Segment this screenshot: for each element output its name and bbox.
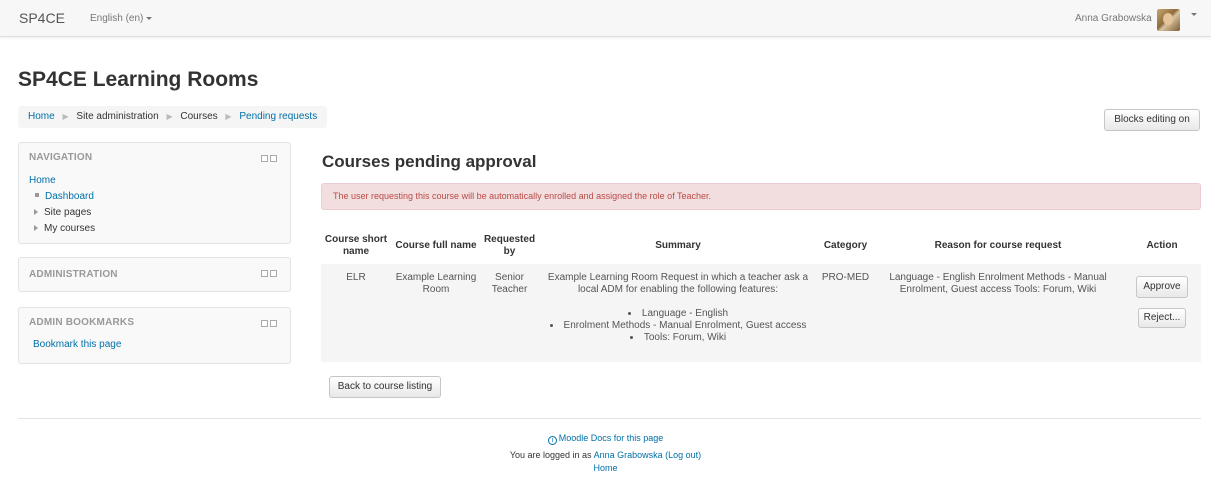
- column-header: Summary: [655, 240, 701, 251]
- navigation-tree: Home Dashboard Site pages My courses: [29, 173, 95, 237]
- page-title: SP4CE Learning Rooms: [18, 68, 259, 91]
- language-label: English (en): [90, 13, 144, 24]
- table-row: ELR Example Learning Room Senior Teacher…: [321, 264, 1201, 362]
- administration-block-title[interactable]: ADMINISTRATION: [29, 269, 118, 280]
- breadcrumb-pending-requests[interactable]: Pending requests: [239, 111, 317, 122]
- breadcrumb-separator-icon: ▶: [62, 112, 69, 121]
- list-item: Tools: Forum, Wiki: [538, 332, 818, 344]
- expand-arrow-icon[interactable]: [34, 209, 38, 215]
- dock-icon[interactable]: [270, 320, 277, 327]
- expand-icon[interactable]: [261, 270, 268, 277]
- nav-home-link[interactable]: Home: [29, 175, 56, 186]
- breadcrumb-separator-icon: ▶: [166, 112, 173, 121]
- list-item: Language - English: [538, 308, 818, 320]
- summary-feature-list: Language - English Enrolment Methods - M…: [538, 308, 818, 344]
- cell-reason: Language - English Enrolment Methods - M…: [889, 272, 1107, 295]
- block-controls: [261, 269, 279, 280]
- column-header: Requested by: [483, 234, 536, 257]
- breadcrumb-home[interactable]: Home: [28, 111, 55, 122]
- dock-icon[interactable]: [270, 155, 277, 162]
- cell-requested-by: Senior Teacher: [491, 272, 528, 295]
- pending-requests-table: Course short name Course full name Reque…: [321, 228, 1201, 362]
- site-brand-link[interactable]: SP4CE: [19, 10, 65, 26]
- admin-bookmarks-block-title: ADMIN BOOKMARKS: [29, 317, 135, 328]
- nav-item-my-courses[interactable]: My courses: [44, 223, 95, 234]
- column-header: Action: [1146, 240, 1178, 251]
- admin-bookmarks-block: ADMIN BOOKMARKS Bookmark this page: [18, 307, 291, 364]
- moodle-docs-link[interactable]: Moodle Docs for this page: [559, 433, 664, 443]
- reject-button[interactable]: Reject...: [1138, 308, 1186, 328]
- back-to-course-listing-button[interactable]: Back to course listing: [329, 376, 441, 398]
- column-header: Course full name: [395, 240, 477, 251]
- avatar[interactable]: [1157, 9, 1180, 31]
- breadcrumb-courses[interactable]: Courses: [180, 111, 217, 122]
- language-menu[interactable]: English (en): [90, 13, 153, 24]
- column-header: Reason for course request: [934, 240, 1062, 251]
- breadcrumb-site-administration[interactable]: Site administration: [76, 111, 158, 122]
- cell-action: Approve Reject...: [1123, 264, 1201, 362]
- section-heading: Courses pending approval: [322, 152, 537, 171]
- page-footer: i Moodle Docs for this page You are logge…: [0, 432, 1211, 475]
- footer-user-link[interactable]: Anna Grabowska: [594, 450, 663, 460]
- nav-item-site-pages[interactable]: Site pages: [44, 207, 91, 218]
- dock-icon[interactable]: [270, 270, 277, 277]
- navigation-block: NAVIGATION Home Dashboard Site pages My …: [18, 142, 291, 244]
- column-header: Course short name: [324, 234, 388, 257]
- cell-short-name: ELR: [346, 272, 366, 283]
- block-controls: [261, 154, 279, 165]
- column-header: Category: [823, 240, 868, 251]
- nav-item-dashboard[interactable]: Dashboard: [45, 191, 94, 202]
- footer-home-link[interactable]: Home: [593, 463, 617, 473]
- user-menu-name[interactable]: Anna Grabowska: [1075, 13, 1152, 24]
- cell-category: PRO-MED: [821, 272, 870, 283]
- bookmark-this-page-link[interactable]: Bookmark this page: [33, 339, 121, 350]
- chevron-down-icon: [146, 16, 153, 20]
- footer-divider: [18, 418, 1201, 419]
- info-alert: The user requesting this course will be …: [321, 183, 1201, 210]
- cell-summary: Example Learning Room Request in which a…: [538, 264, 818, 362]
- cell-full-name: Example Learning Room: [395, 272, 477, 295]
- list-item: Enrolment Methods - Manual Enrolment, Gu…: [538, 320, 818, 332]
- user-menu-chevron-icon[interactable]: [1191, 13, 1197, 16]
- logout-link[interactable]: (Log out): [665, 450, 701, 460]
- navigation-block-title: NAVIGATION: [29, 152, 93, 163]
- expand-arrow-icon[interactable]: [34, 225, 38, 231]
- breadcrumb-separator-icon: ▶: [225, 112, 232, 121]
- collapse-icon[interactable]: [261, 155, 268, 162]
- logged-in-text: You are logged in as: [509, 450, 592, 460]
- block-controls: [261, 319, 279, 330]
- collapse-icon[interactable]: [261, 320, 268, 327]
- breadcrumb: Home ▶ Site administration ▶ Courses ▶ P…: [18, 106, 328, 128]
- top-navbar: SP4CE English (en) Anna Grabowska: [0, 0, 1211, 37]
- info-icon: i: [547, 436, 557, 445]
- blocks-editing-button[interactable]: Blocks editing on: [1104, 109, 1200, 131]
- approve-button[interactable]: Approve: [1136, 276, 1188, 298]
- bullet-icon: [35, 193, 39, 197]
- administration-block: ADMINISTRATION: [18, 257, 291, 292]
- summary-intro: Example Learning Room Request in which a…: [547, 272, 809, 295]
